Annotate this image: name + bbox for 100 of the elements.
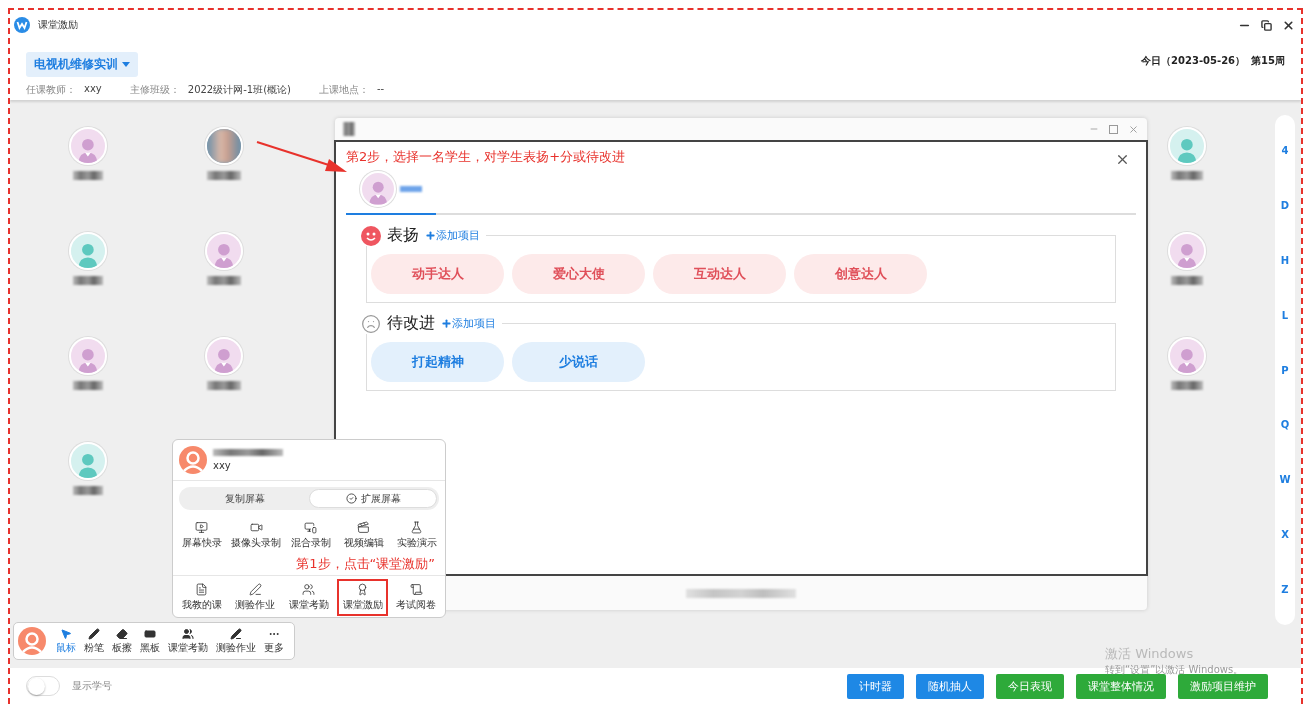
caret-icon <box>122 62 130 67</box>
tool-button[interactable]: 屏幕快录 <box>176 517 227 554</box>
step-annotation: 第1步，点击“课堂激励” <box>296 555 436 573</box>
blurred-name <box>213 449 283 456</box>
info-label: 任课教师： <box>26 83 76 97</box>
section-title: 表扬 <box>387 225 419 246</box>
user-name: xxy <box>213 460 232 471</box>
action-button[interactable]: 随机抽人 <box>916 673 984 699</box>
blurred-name <box>1171 171 1203 180</box>
info-label: 上课地点： <box>319 83 369 97</box>
avatar <box>205 337 243 375</box>
toolbar-button[interactable]: 粉笔 <box>80 627 108 655</box>
tool-button[interactable]: 课堂激励 <box>336 579 389 616</box>
camera-icon <box>249 521 263 534</box>
user-avatar-icon <box>179 446 207 474</box>
tool-button[interactable]: 混合录制 <box>285 517 336 554</box>
blurred-name <box>73 486 103 495</box>
plus-icon <box>425 230 436 241</box>
flask-icon <box>410 521 423 534</box>
people-icon <box>302 583 316 596</box>
pen-icon <box>230 627 242 640</box>
avatar <box>69 337 107 375</box>
rating-item-button[interactable]: 创意达人 <box>794 254 927 294</box>
maximize-icon[interactable] <box>1109 124 1118 134</box>
week-number: 第15周 <box>1251 54 1285 68</box>
toolbar-button[interactable]: 板擦 <box>108 627 136 655</box>
rating-item-button[interactable]: 互动达人 <box>653 254 786 294</box>
blurred-name <box>207 381 241 390</box>
user-avatar-icon <box>18 627 46 655</box>
toolbar-button[interactable]: 测验作业 <box>212 627 260 655</box>
avatar <box>1168 337 1206 375</box>
rating-item-button[interactable]: 动手达人 <box>371 254 504 294</box>
plus-icon <box>441 318 452 329</box>
index-letter[interactable]: 4 <box>1281 145 1289 156</box>
avatar <box>205 232 243 270</box>
screen-mode-option[interactable]: 扩展屏幕 <box>309 489 437 508</box>
blurred-name <box>207 171 241 180</box>
step-annotation: 第2步，选择一名学生，对学生表扬+分或待改进 <box>346 148 626 166</box>
avatar <box>360 171 396 207</box>
add-item-link[interactable]: 添加项目 <box>425 228 480 243</box>
toggle-label: 显示学号 <box>72 679 112 693</box>
index-letter[interactable]: X <box>1281 529 1289 541</box>
action-button[interactable]: 激励项目维护 <box>1178 673 1268 699</box>
tool-button[interactable]: 考试阅卷 <box>390 579 442 616</box>
student-tab[interactable] <box>346 171 436 215</box>
restore-icon[interactable] <box>1261 19 1272 31</box>
avatar <box>205 127 243 165</box>
avatar <box>1168 232 1206 270</box>
app-logo-icon <box>14 17 30 33</box>
monitor-play-icon <box>195 521 208 534</box>
index-letter[interactable]: L <box>1281 309 1289 321</box>
index-letter[interactable]: P <box>1281 364 1289 376</box>
clapperboard-icon <box>357 521 370 534</box>
tool-button[interactable]: 视频编辑 <box>338 517 389 554</box>
info-value: -- <box>377 83 385 96</box>
blurred-name <box>207 276 241 285</box>
toolbar-button[interactable]: 鼠标 <box>52 627 80 655</box>
index-letter[interactable]: Z <box>1281 584 1289 595</box>
toolbar-button[interactable]: 黑板 <box>136 627 164 655</box>
rating-item-button[interactable]: 少说话 <box>512 342 645 382</box>
action-button[interactable]: 今日表现 <box>996 673 1064 699</box>
eraser-icon <box>116 627 128 640</box>
info-value: xxy <box>84 83 102 96</box>
blurred-name <box>400 186 422 192</box>
info-label: 主修班级： <box>129 83 180 97</box>
toolbar-button[interactable]: 更多 <box>260 627 288 655</box>
pen-icon <box>248 583 262 596</box>
document-icon <box>195 583 209 596</box>
tool-button[interactable]: 我教的课 <box>176 579 228 616</box>
action-button[interactable]: 计时器 <box>847 673 904 699</box>
pencil-icon <box>88 627 100 640</box>
screen-mode-option[interactable]: 复制屏幕 <box>181 489 309 508</box>
info-value: 2022级计网-1班(概论) <box>187 83 291 97</box>
add-item-link[interactable]: 添加项目 <box>441 316 496 331</box>
close-icon[interactable] <box>1282 18 1295 32</box>
board-icon <box>144 627 156 640</box>
monitor-devices-icon <box>304 521 317 534</box>
smile-icon <box>361 225 381 246</box>
section-title: 待改进 <box>387 313 435 334</box>
index-letter[interactable]: W <box>1279 474 1291 486</box>
toolbar-button[interactable]: 课堂考勤 <box>164 627 212 655</box>
cursor-icon <box>60 627 72 640</box>
tool-button[interactable]: 测验作业 <box>229 579 282 616</box>
course-dropdown[interactable]: 电视机维修实训 <box>26 52 138 77</box>
tool-button[interactable]: 实验演示 <box>391 517 442 554</box>
index-letter[interactable]: H <box>1280 254 1290 266</box>
rating-item-button[interactable]: 爱心大使 <box>512 254 645 294</box>
scroll-icon <box>409 583 423 596</box>
index-letter[interactable]: D <box>1280 199 1290 211</box>
blurred-name <box>73 171 103 180</box>
avatar <box>69 232 107 270</box>
close-icon[interactable] <box>1115 152 1130 167</box>
index-letter[interactable]: Q <box>1280 419 1290 431</box>
tool-button[interactable]: 摄像头录制 <box>229 517 283 554</box>
tool-button[interactable]: 课堂考勤 <box>283 579 335 616</box>
blurred-name <box>73 276 103 285</box>
action-button[interactable]: 课堂整体情况 <box>1076 673 1166 699</box>
toggle-switch[interactable] <box>26 676 60 696</box>
avatar <box>69 127 107 165</box>
rating-item-button[interactable]: 打起精神 <box>371 342 504 382</box>
